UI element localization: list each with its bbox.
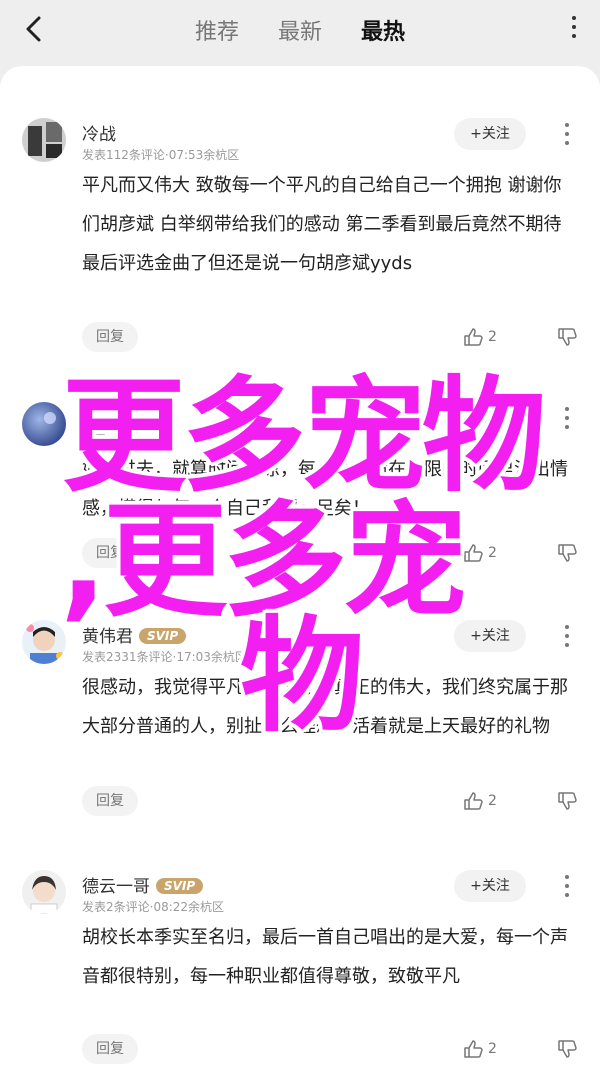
username-text: 德云一哥 [82,877,150,897]
avatar[interactable] [22,402,66,446]
more-options-icon[interactable] [563,875,571,901]
follow-button[interactable]: +关注 [454,870,526,902]
comment-text: 平凡而又伟大 致敬每一个平凡的自己给自己一个拥抱 谢谢你们胡彦斌 白举纲带给我们… [82,175,562,274]
thumbs-up-icon [464,1040,483,1058]
like-count: 2 [488,329,497,345]
comment-meta: 发表 [82,432,107,446]
username[interactable]: 黄伟君 SVIP [82,622,187,647]
reply-button[interactable]: 回复 [82,1034,138,1064]
more-options-icon[interactable] [563,625,571,651]
username[interactable]: 德云一哥 SVIP [82,872,204,897]
more-options-icon[interactable] [570,16,578,42]
comment-meta: 发表112条评论·07:53余杭区 [82,148,240,162]
more-options-icon[interactable] [563,407,571,433]
more-options-icon[interactable] [563,123,571,149]
reply-button[interactable]: 回复 [82,538,138,568]
like-button[interactable]: 2 [462,788,522,814]
username[interactable]: 冷战 [82,120,116,145]
avatar[interactable] [22,118,66,162]
like-count: 2 [488,793,497,809]
avatar[interactable] [22,870,66,914]
thumbs-down-icon[interactable] [556,326,578,348]
thumbs-up-icon [464,792,483,810]
avatar[interactable] [22,620,66,664]
like-button[interactable]: 2 [462,1036,522,1062]
reply-button[interactable]: 回复 [82,322,138,352]
comment-sheet: 冷战 发表112条评论·07:53余杭区 +关注 平凡而又伟大 致敬每一个平凡的… [0,66,600,1083]
like-count: 2 [488,1041,497,1057]
thumbs-down-icon[interactable] [556,1038,578,1060]
like-button[interactable]: 2 [462,540,522,566]
comment-text: 很感动，我觉得平凡的伟大才是真正的伟大，我们终究属于那大部分普通的人，别扯什么理… [82,677,568,737]
thumbs-down-icon[interactable] [556,542,578,564]
like-button[interactable]: 2 [462,324,522,350]
thumbs-up-icon [464,328,483,346]
svip-badge: SVIP [139,628,187,644]
thumbs-up-icon [464,544,483,562]
comment-text: 胡校长本季实至名归，最后一首自己唱出的是大爱，每一个声音都很特别，每一种职业都值… [82,927,568,987]
username-text: 黄伟君 [82,627,133,647]
reply-button[interactable]: 回复 [82,786,138,816]
comment-meta: 发表2331条评论·17:03余杭区 [82,650,247,664]
comment-meta: 发表2条评论·08:22余杭区 [82,900,225,914]
comment-text: 如果过去，就算时间薄凉，每一个生命在有限的时间里活出情感，懂得与每一个自己和解～… [82,459,568,519]
sort-tabs: 推荐 最新 最热 [0,14,600,46]
follow-button[interactable]: +关注 [454,620,526,652]
tab-recommended[interactable]: 推荐 [195,14,239,46]
tab-hottest[interactable]: 最热 [361,14,405,46]
svip-badge: SVIP [156,878,204,894]
like-count: 2 [488,545,497,561]
follow-button[interactable]: +关注 [454,402,526,434]
top-bar: 推荐 最新 最热 [0,0,600,58]
tab-latest[interactable]: 最新 [278,14,322,46]
thumbs-down-icon[interactable] [556,790,578,812]
follow-button[interactable]: +关注 [454,118,526,150]
